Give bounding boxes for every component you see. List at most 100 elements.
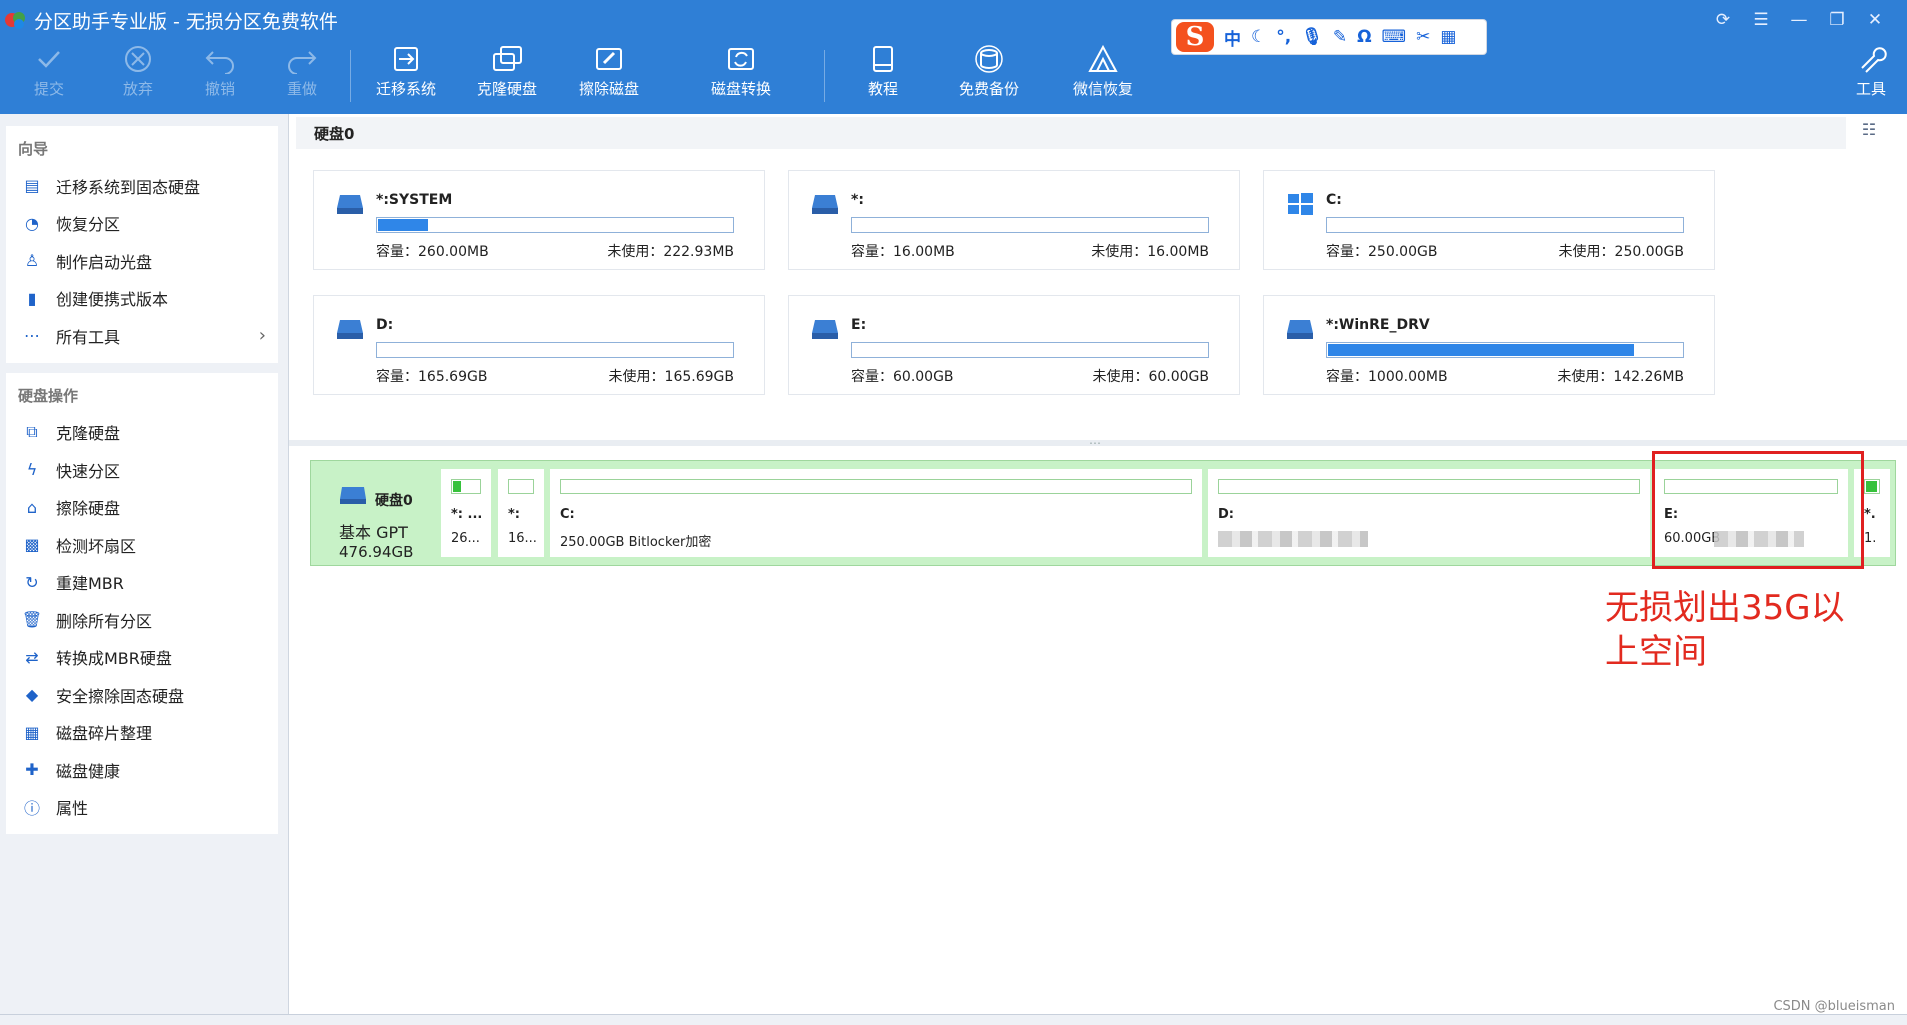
tutorial-button[interactable]: 教程 — [838, 44, 928, 99]
usage-bar — [851, 342, 1209, 358]
sidebar-item-convert-mbr[interactable]: ⇄ 转换成MBR硬盘 — [6, 639, 278, 677]
sidebar-item-restore-partition[interactable]: ◔ 恢复分区 — [6, 205, 278, 243]
sidebar-item-migrate-ssd[interactable]: ▤ 迁移系统到固态硬盘 — [6, 167, 278, 205]
redacted-text — [1218, 531, 1368, 547]
partition-card[interactable]: D: 容量：165.69GB 未使用：165.69GB — [313, 295, 765, 395]
sidebar-item-quick-partition[interactable]: ϟ 快速分区 — [6, 451, 278, 489]
grid-icon[interactable]: ▦ — [1440, 27, 1456, 47]
segment-usage-fill — [1866, 481, 1878, 492]
partition-capacity: 容量：165.69GB — [376, 369, 488, 385]
wechat-recovery-button[interactable]: 微信恢复 — [1058, 44, 1148, 99]
partition-name: E: — [851, 317, 867, 333]
sidebar-item-rebuild-mbr[interactable]: ↻ 重建MBR — [6, 564, 278, 602]
disk-convert-button[interactable]: 磁盘转换 — [696, 44, 786, 99]
disk-segment[interactable]: *: ... 26... — [441, 469, 491, 557]
free-backup-button[interactable]: 免费备份 — [944, 44, 1034, 99]
disk-health-icon: ✚ — [25, 760, 39, 780]
sidebar-item-portable[interactable]: ▮ 创建便携式版本 — [6, 280, 278, 318]
sidebar-item-label: 磁盘碎片整理 — [56, 724, 153, 744]
pen-icon[interactable]: ✎ — [1333, 27, 1347, 47]
undo-button[interactable]: 撤销 — [175, 44, 265, 99]
sidebar-item-boot-disc[interactable]: ♙ 制作启动光盘 — [6, 242, 278, 280]
sidebar-item-defrag[interactable]: ▦ 磁盘碎片整理 — [6, 714, 278, 752]
segment-info: 26... — [451, 531, 480, 546]
sidebar-item-label: 快速分区 — [56, 461, 121, 481]
moon-icon[interactable]: ☾ — [1251, 27, 1266, 47]
segment-info: 1. — [1864, 531, 1877, 546]
app-logo-icon — [5, 12, 25, 29]
partition-name: *: — [851, 192, 864, 208]
sidebar-item-bad-sector[interactable]: ▩ 检测坏扇区 — [6, 526, 278, 564]
clone-disk-button[interactable]: 克隆硬盘 — [462, 44, 552, 99]
discard-button[interactable]: 放弃 — [93, 44, 183, 99]
sidebar-item-secure-erase[interactable]: ◆ 安全擦除固态硬盘 — [6, 676, 278, 714]
sidebar-item-wipe-disk[interactable]: ⌂ 擦除硬盘 — [6, 489, 278, 527]
sidebar-item-label: 制作启动光盘 — [56, 252, 153, 272]
minimize-icon[interactable]: — — [1787, 8, 1811, 32]
disk-map-name: 硬盘0 — [375, 493, 413, 509]
partition-unused: 未使用：250.00GB — [1558, 244, 1684, 260]
partition-card[interactable]: C: 容量：250.00GB 未使用：250.00GB — [1263, 170, 1715, 270]
eraser-icon: ◆ — [25, 685, 39, 705]
usage-bar — [851, 217, 1209, 233]
restore-icon[interactable]: ❐ — [1825, 8, 1849, 32]
partition-card[interactable]: *:WinRE_DRV 容量：1000.00MB 未使用：142.26MB — [1263, 295, 1715, 395]
punctuation-icon[interactable]: °, — [1276, 27, 1291, 47]
partition-unused: 未使用：165.69GB — [608, 369, 734, 385]
close-icon[interactable]: ✕ — [1863, 8, 1887, 32]
partition-card[interactable]: *:SYSTEM 容量：260.00MB 未使用：222.93MB — [313, 170, 765, 270]
sidebar-item-label: 删除所有分区 — [56, 611, 153, 631]
menu-icon[interactable]: ☰ — [1749, 8, 1773, 32]
microphone-icon[interactable]: 🎙 — [1301, 27, 1323, 47]
submit-button[interactable]: 提交 — [4, 44, 94, 99]
sidebar-item-label: 安全擦除固态硬盘 — [56, 686, 185, 706]
partition-name: *:WinRE_DRV — [1326, 317, 1430, 333]
toolbar-separator — [824, 50, 825, 102]
ime-lang-toggle[interactable]: 中 — [1224, 25, 1241, 50]
windows-icon — [1288, 193, 1313, 215]
keyboard-icon[interactable]: ⌨ — [1382, 27, 1407, 47]
wipe-disk-label: 擦除磁盘 — [578, 80, 639, 98]
window-controls: ⟳ ☰ — ❐ ✕ — [1711, 8, 1887, 32]
redo-icon — [288, 51, 317, 74]
sidebar-item-label: 创建便携式版本 — [56, 290, 169, 310]
segment-label: *: — [508, 507, 520, 522]
sidebar-item-disk-health[interactable]: ✚ 磁盘健康 — [6, 751, 278, 789]
sidebar-item-label: 检测坏扇区 — [56, 536, 137, 556]
drive-icon — [812, 195, 838, 214]
status-bar — [0, 1014, 1907, 1025]
segment-label: C: — [560, 507, 575, 522]
partition-card[interactable]: E: 容量：60.00GB 未使用：60.00GB — [788, 295, 1240, 395]
wechat-recovery-icon — [1088, 44, 1118, 72]
disk-segment[interactable]: D: — [1208, 469, 1650, 557]
wechat-recovery-label: 微信恢复 — [1072, 80, 1133, 98]
wizard-title: 向导 — [18, 140, 49, 158]
sidebar-item-all-tools[interactable]: ⋯ 所有工具 › — [6, 317, 278, 355]
rebuild-mbr-icon: ↻ — [25, 572, 39, 592]
redo-button[interactable]: 重做 — [257, 44, 347, 99]
migrate-os-icon — [394, 47, 418, 71]
disk-segment[interactable]: C: 250.00GB Bitlocker加密 — [550, 469, 1202, 557]
sidebar-item-delete-partitions[interactable]: 🗑 删除所有分区 — [6, 601, 278, 639]
ime-toolbar[interactable]: S 中 ☾ °, 🎙 ✎ Ω ⌨ ✂ ▦ — [1172, 20, 1486, 54]
splitter[interactable]: ⋯ — [289, 436, 1907, 450]
scissors-icon[interactable]: ✂ — [1416, 27, 1430, 47]
view-toggle-icon[interactable]: ☷ — [1858, 120, 1880, 142]
sidebar-item-properties[interactable]: ⓘ 属性 — [6, 789, 278, 827]
clone-disk-icon — [493, 46, 522, 71]
sidebar-item-clone-disk[interactable]: ⧉ 克隆硬盘 — [6, 414, 278, 452]
partition-card[interactable]: *: 容量：16.00MB 未使用：16.00MB — [788, 170, 1240, 270]
wipe-disk-button[interactable]: 擦除磁盘 — [564, 44, 654, 99]
migrate-os-button[interactable]: 迁移系统 — [361, 44, 451, 99]
tools-button[interactable]: 工具 — [1826, 44, 1907, 99]
wizard-group: 向导 ▤ 迁移系统到固态硬盘 ◔ 恢复分区 ♙ 制作启动光盘 ▮ 创建便携式版本 ⋯ 所有… — [6, 126, 278, 363]
title-bar: 分区助手专业版 - 无损分区免费软件 ⟳ ☰ — ❐ ✕ 提交 放弃 撤销 重做… — [0, 0, 1907, 114]
refresh-icon[interactable]: ⟳ — [1711, 8, 1735, 32]
clone-disk-label: 克隆硬盘 — [476, 80, 537, 98]
disk-convert-label: 磁盘转换 — [710, 80, 771, 98]
disk-segment[interactable]: *: 16... — [498, 469, 544, 557]
usage-bar-fill — [1328, 344, 1635, 356]
disk-ops-title: 硬盘操作 — [18, 386, 79, 405]
check-icon — [38, 51, 60, 68]
omega-icon[interactable]: Ω — [1357, 27, 1371, 47]
